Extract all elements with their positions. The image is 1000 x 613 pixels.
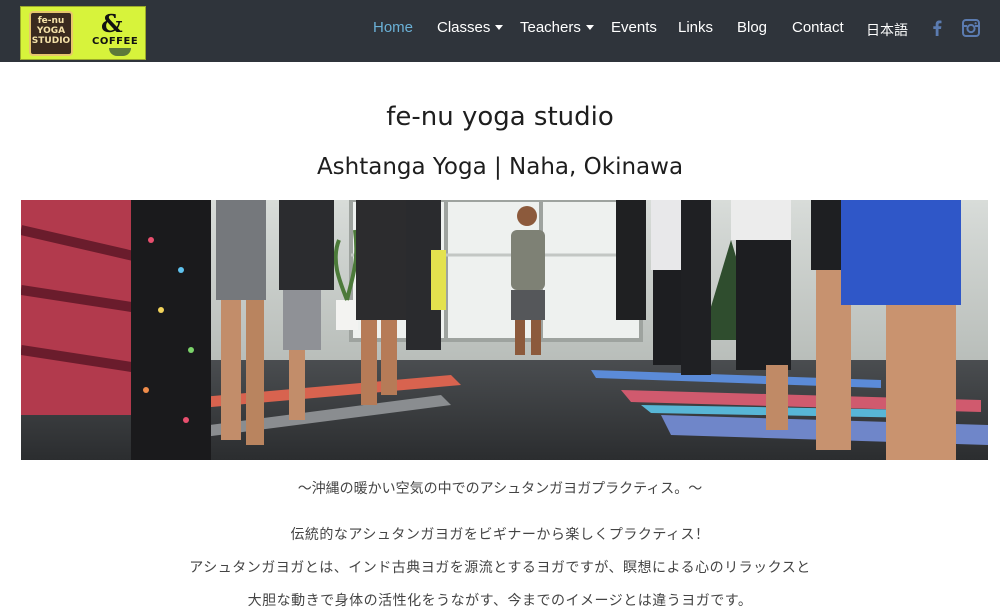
nav-home[interactable]: Home [373, 19, 413, 36]
instagram-icon[interactable] [961, 18, 981, 38]
nav-teachers-label: Teachers [520, 19, 581, 36]
logo-yoga-studio-mark: fe-nu YOGA STUDIO [29, 11, 73, 56]
studio-logo[interactable]: fe-nu YOGA STUDIO & COFFEE [20, 6, 146, 60]
page-title: fe-nu yoga studio [386, 102, 614, 132]
nav-links-label: Links [678, 19, 714, 36]
nav-blog-label: Blog [737, 19, 768, 36]
nav-contact-label: Contact [792, 19, 844, 36]
nav-events[interactable]: Events [611, 19, 657, 36]
nav-classes-label: Classes [437, 19, 491, 36]
intro-paragraph-1: 伝統的なアシュタンガヨガをビギナーから楽しくプラクティス！ [290, 527, 710, 543]
intro-paragraph-2: アシュタンガヨガとは、インド古典ヨガを源流とするヨガですが、瞑想による心のリラッ… [189, 560, 811, 576]
chevron-down-icon [495, 24, 504, 30]
nav-teachers[interactable]: Teachers [520, 19, 594, 36]
hero-photo-yoga-class [21, 200, 988, 460]
nav-home-label: Home [373, 19, 414, 36]
facebook-icon[interactable] [927, 18, 947, 38]
coffee-cup-icon [109, 48, 131, 56]
intro-paragraph-3: 大胆な動きで身体の活性化をうながす、今までのイメージとは違うヨガです。 [247, 593, 753, 609]
tagline: 〜沖縄の暖かい空気の中でのアシュタンガヨガプラクティス。〜 [297, 481, 703, 497]
nav-japanese-label: 日本語 [866, 23, 908, 39]
nav-classes[interactable]: Classes [437, 19, 504, 36]
nav-contact[interactable]: Contact [792, 19, 844, 36]
top-navbar: fe-nu YOGA STUDIO & COFFEE Home Classes Te… [0, 0, 1000, 62]
page-subtitle: Ashtanga Yoga | Naha, Okinawa [316, 154, 684, 180]
logo-ampersand: & [101, 9, 123, 38]
nav-events-label: Events [611, 19, 657, 36]
nav-japanese[interactable]: 日本語 [866, 20, 908, 40]
nav-links[interactable]: Links [678, 19, 713, 36]
nav-blog[interactable]: Blog [737, 19, 767, 36]
logo-coffee-text: COFFEE [92, 36, 139, 47]
chevron-down-icon [585, 24, 594, 30]
